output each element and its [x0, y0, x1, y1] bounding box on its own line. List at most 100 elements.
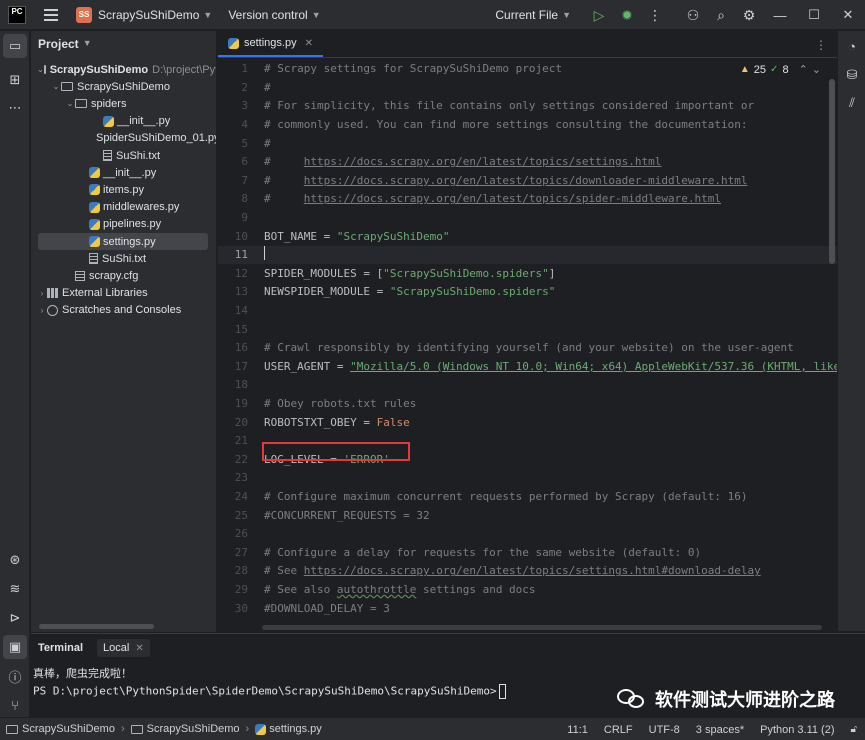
code-line[interactable]: 7 # https://docs.scrapy.org/en/latest/top…: [218, 171, 837, 190]
search-icon[interactable]: ⌕: [707, 0, 735, 30]
code-line[interactable]: 3 # For simplicity, this file contains on…: [218, 97, 837, 116]
tree-item[interactable]: items.py: [31, 181, 216, 198]
more-actions-icon[interactable]: ⋮: [641, 0, 669, 30]
services-icon[interactable]: ⊳: [3, 606, 27, 630]
scientific-mode-icon[interactable]: ⫽: [840, 91, 864, 115]
tab-settings-py[interactable]: settings.py ✕: [218, 31, 323, 57]
tree-item[interactable]: SuShi.txt: [31, 250, 216, 267]
minimize-icon[interactable]: —: [763, 0, 797, 30]
add-user-icon[interactable]: ⚇: [679, 0, 707, 30]
tree-item[interactable]: ⌄ ScrapySuShiDemo: [31, 78, 216, 95]
code-line[interactable]: 24 # Configure maximum concurrent request…: [218, 487, 837, 506]
debug-icon[interactable]: ✹: [613, 0, 641, 30]
code-text: # See also autothrottle settings and doc…: [264, 583, 536, 596]
code-line[interactable]: 18: [218, 376, 837, 395]
code-line[interactable]: 19 # Obey robots.txt rules: [218, 394, 837, 413]
code-line[interactable]: 25 #CONCURRENT_REQUESTS = 32: [218, 506, 837, 525]
expand-arrow-icon[interactable]: ⌄: [37, 65, 44, 74]
code-line[interactable]: 21: [218, 432, 837, 451]
database-icon[interactable]: ⛁: [840, 63, 864, 87]
breadcrumb-item[interactable]: ScrapySuShiDemo: [147, 723, 240, 735]
code-line[interactable]: 13 NEWSPIDER_MODULE = "ScrapySuShiDemo.sp…: [218, 283, 837, 302]
breadcrumb-item[interactable]: settings.py: [269, 723, 322, 735]
tree-item[interactable]: middlewares.py: [31, 199, 216, 216]
tree-item[interactable]: __init__.py: [31, 164, 216, 181]
code-line[interactable]: 8 # https://docs.scrapy.org/en/latest/top…: [218, 190, 837, 209]
main-menu-icon[interactable]: [44, 8, 58, 21]
problems-icon[interactable]: ⓘ: [3, 664, 27, 688]
close-icon[interactable]: ✕: [831, 0, 865, 30]
python-interpreter[interactable]: Python 3.11 (2): [760, 724, 834, 736]
version-control-menu[interactable]: Version control ▼: [228, 8, 320, 22]
notifications-icon[interactable]: ◔: [840, 34, 864, 58]
tab-options-icon[interactable]: ⋮: [815, 38, 827, 52]
more-tools-icon[interactable]: ⋯: [3, 96, 27, 120]
lock-icon[interactable]: 🔓︎: [851, 724, 857, 735]
terminal-prompt[interactable]: PS D:\project\PythonSpider\SpiderDemo\Sc…: [33, 684, 506, 699]
tree-item[interactable]: SpiderSuShiDemo_01.py: [31, 130, 216, 147]
next-highlight-icon[interactable]: ⌄: [812, 63, 821, 76]
code-line[interactable]: 16 # Crawl responsibly by identifying you…: [218, 339, 837, 358]
close-tab-icon[interactable]: ✕: [305, 38, 313, 49]
code-line[interactable]: 2 #: [218, 78, 837, 97]
code-line[interactable]: 17 USER_AGENT = "Mozilla/5.0 (Windows NT …: [218, 357, 837, 376]
run-config-selector[interactable]: Current File ▼: [495, 8, 571, 22]
previous-highlight-icon[interactable]: ⌃: [799, 63, 808, 76]
tab-local[interactable]: Local ✕: [97, 639, 150, 657]
tree-item[interactable]: scrapy.cfg: [31, 267, 216, 284]
file-encoding[interactable]: UTF-8: [649, 724, 680, 736]
project-panel-header[interactable]: Project ▼: [31, 31, 216, 57]
chevron-down-icon: ▼: [562, 10, 571, 20]
editor-vertical-scrollbar[interactable]: [829, 79, 835, 264]
code-line[interactable]: 11: [218, 245, 837, 265]
code-line[interactable]: 23: [218, 469, 837, 488]
project-badge[interactable]: SS: [76, 6, 92, 23]
code-line[interactable]: 26: [218, 525, 837, 544]
code-line[interactable]: 29 # See also autothrottle settings and d…: [218, 580, 837, 599]
editor-horizontal-scrollbar[interactable]: [262, 625, 822, 630]
breadcrumb-item[interactable]: ScrapySuShiDemo: [22, 723, 115, 735]
tree-item[interactable]: __init__.py: [31, 113, 216, 130]
line-ending[interactable]: CRLF: [604, 724, 633, 736]
tree-item[interactable]: › External Libraries: [31, 285, 216, 302]
close-tab-icon[interactable]: ✕: [135, 643, 143, 654]
indent-setting[interactable]: 3 spaces*: [696, 724, 744, 736]
maximize-icon[interactable]: ☐: [797, 0, 831, 30]
tree-item[interactable]: › Scratches and Consoles: [31, 302, 216, 319]
code-line[interactable]: 9: [218, 208, 837, 227]
tree-item[interactable]: SuShi.txt: [31, 147, 216, 164]
caret-position[interactable]: 11:1: [567, 724, 588, 736]
code-line[interactable]: 15: [218, 320, 837, 339]
code-line[interactable]: 6 # https://docs.scrapy.org/en/latest/top…: [218, 153, 837, 172]
collapse-arrow-icon[interactable]: ›: [37, 306, 47, 315]
code-line[interactable]: 28 # See https://docs.scrapy.org/en/lates…: [218, 562, 837, 581]
code-line[interactable]: 4 # commonly used. You can find more sett…: [218, 115, 837, 134]
code-line[interactable]: 30 #DOWNLOAD_DELAY = 3: [218, 599, 837, 618]
code-line[interactable]: 14: [218, 301, 837, 320]
project-tool-icon[interactable]: ▭: [3, 34, 27, 58]
terminal-tool-icon[interactable]: ▣: [3, 635, 27, 659]
collapse-arrow-icon[interactable]: ›: [37, 289, 47, 298]
code-line[interactable]: 10 BOT_NAME = "ScrapySuShiDemo": [218, 227, 837, 246]
tree-item[interactable]: pipelines.py: [31, 216, 216, 233]
inspection-widget[interactable]: ▲ 25 ✓ 8 ⌃ ⌄: [740, 63, 821, 77]
project-switcher[interactable]: ScrapySuShiDemo ▼: [98, 8, 212, 22]
code-line[interactable]: 5 #: [218, 134, 837, 153]
expand-arrow-icon[interactable]: ⌄: [65, 99, 75, 108]
run-icon[interactable]: ▷: [585, 0, 613, 30]
settings-gear-icon[interactable]: ⚙: [735, 0, 763, 30]
code-area[interactable]: 30 #DOWNLOAD_DELAY = 3 29 # See also autoth…: [218, 59, 837, 632]
tree-item[interactable]: settings.py: [38, 233, 208, 250]
tree-item[interactable]: ⌄ spiders: [31, 95, 216, 112]
structure-tool-icon[interactable]: ⊞: [3, 68, 27, 92]
project-horizontal-scrollbar[interactable]: [39, 624, 154, 629]
layers-icon[interactable]: ≋: [3, 577, 27, 601]
code-line[interactable]: 12 SPIDER_MODULES = ["ScrapySuShiDemo.spi…: [218, 264, 837, 283]
python-packages-icon[interactable]: ⊛: [3, 548, 27, 572]
code-line[interactable]: 27 # Configure a delay for requests for t…: [218, 543, 837, 562]
code-line[interactable]: 20 ROBOTSTXT_OBEY = False: [218, 413, 837, 432]
code-line[interactable]: 22 LOG_LEVEL = 'ERROR': [218, 450, 837, 469]
git-icon[interactable]: ⑂: [3, 693, 27, 717]
tree-item[interactable]: ⌄ ScrapySuShiDemoD:\project\Pyth: [31, 61, 216, 78]
expand-arrow-icon[interactable]: ⌄: [51, 82, 61, 91]
